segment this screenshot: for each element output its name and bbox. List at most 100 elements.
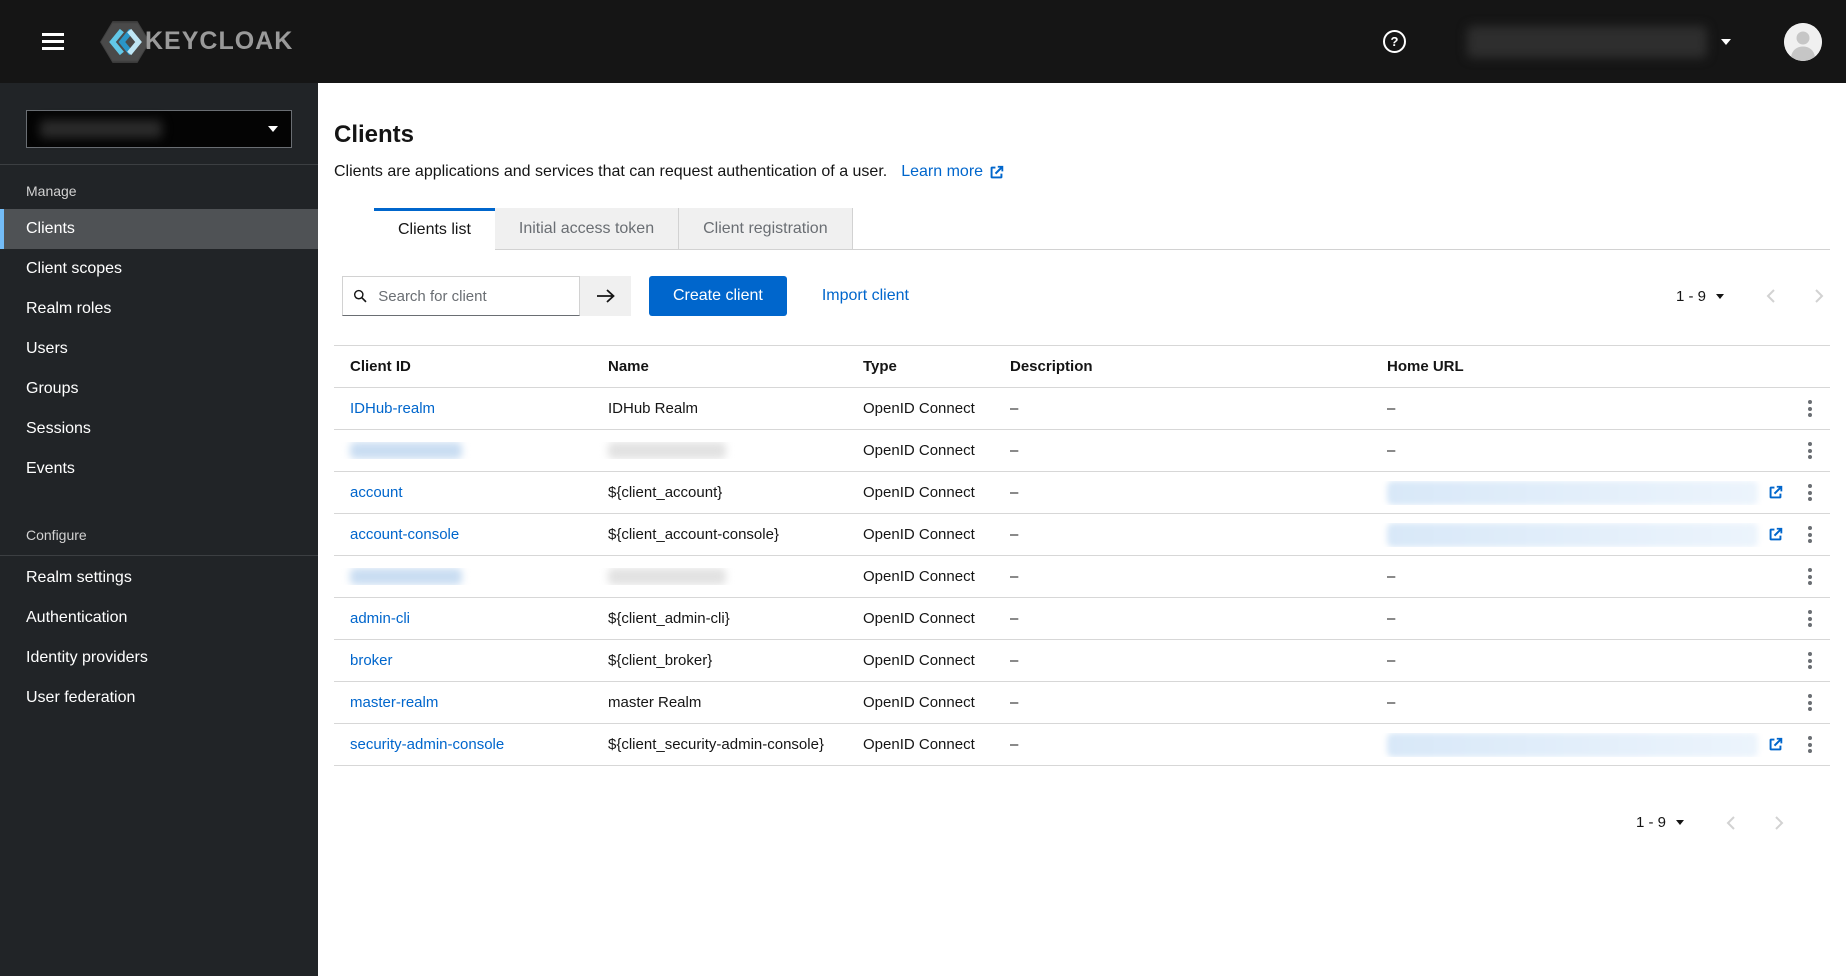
client-id-link[interactable]: master-realm — [350, 694, 438, 711]
name-text: ${client_account} — [608, 484, 723, 501]
description-cell: – — [994, 484, 1371, 501]
nav-items: Realm settings Authentication Identity pro… — [0, 558, 318, 718]
description-text: – — [1010, 652, 1019, 669]
sidebar-item-users[interactable]: Users — [0, 329, 318, 369]
external-link-icon — [1769, 527, 1783, 541]
tab-client-registration[interactable]: Client registration — [679, 208, 853, 249]
table-header-row: Client ID Name Type Description Home URL — [334, 346, 1830, 388]
type-cell: OpenID Connect — [847, 568, 994, 585]
description-text: – — [1010, 484, 1019, 501]
client-id-link[interactable]: security-admin-console — [350, 736, 504, 753]
search-icon — [353, 289, 367, 303]
chevron-down-icon — [1716, 293, 1724, 299]
home-url-cell: – — [1371, 610, 1789, 627]
home-url-external-link[interactable] — [1768, 737, 1783, 752]
home-url-cell: – — [1371, 694, 1789, 711]
actions-cell — [1789, 520, 1830, 549]
redacted-client-id — [350, 568, 462, 586]
type-cell: OpenID Connect — [847, 610, 994, 627]
client-id-link[interactable]: broker — [350, 652, 393, 669]
learn-more-link[interactable]: Learn more — [901, 161, 1004, 182]
description-cell: – — [994, 442, 1371, 459]
table-row: OpenID Connect – – — [334, 430, 1830, 472]
home-url-external-link[interactable] — [1768, 485, 1783, 500]
client-id-link[interactable]: admin-cli — [350, 610, 410, 627]
sidebar-item-events[interactable]: Events — [0, 449, 318, 489]
kebab-menu-button[interactable] — [1802, 604, 1818, 633]
sidebar-item-client-scopes[interactable]: Client scopes — [0, 249, 318, 289]
name-cell: ${client_account} — [592, 484, 847, 501]
section-divider — [0, 555, 318, 556]
description-cell: – — [994, 736, 1371, 753]
type-cell: OpenID Connect — [847, 526, 994, 543]
search-input[interactable] — [376, 286, 569, 306]
name-cell: ${client_broker} — [592, 652, 847, 669]
pagination-bottom-range-toggle[interactable]: 1 - 9 — [1628, 808, 1692, 837]
type-text: OpenID Connect — [863, 652, 975, 669]
table-row: OpenID Connect – – — [334, 556, 1830, 598]
type-text: OpenID Connect — [863, 610, 975, 627]
import-client-link[interactable]: Import client — [822, 287, 909, 305]
description-text: – — [1010, 442, 1019, 459]
chevron-left-icon — [1766, 289, 1775, 303]
sidebar-item-clients[interactable]: Clients — [0, 209, 318, 249]
name-text: ${client_broker} — [608, 652, 713, 669]
kebab-menu-button[interactable] — [1802, 520, 1818, 549]
nav-toggle-button[interactable] — [38, 29, 68, 54]
pagination-prev-button[interactable] — [1760, 285, 1781, 307]
tabs: Clients list Initial access token Client r… — [374, 208, 1830, 250]
masthead: KEYCLOAK ? — [0, 0, 1846, 83]
user-menu[interactable] — [1467, 25, 1731, 58]
sidebar: Manage Clients Client scopes Realm roles Use… — [0, 83, 318, 976]
actions-cell — [1789, 730, 1830, 759]
tab-clients-list[interactable]: Clients list — [374, 208, 495, 250]
client-id-link[interactable]: account — [350, 484, 403, 501]
avatar[interactable] — [1784, 22, 1822, 61]
sidebar-item-groups[interactable]: Groups — [0, 369, 318, 409]
create-client-button[interactable]: Create client — [649, 276, 787, 316]
client-id-link[interactable]: account-console — [350, 526, 459, 543]
table-row: admin-cli ${client_admin-cli} OpenID Conne… — [334, 598, 1830, 640]
help-icon[interactable]: ? — [1383, 30, 1406, 53]
kebab-menu-button[interactable] — [1802, 562, 1818, 591]
sidebar-item-user-federation[interactable]: User federation — [0, 678, 318, 718]
sidebar-item-sessions[interactable]: Sessions — [0, 409, 318, 449]
table-row: security-admin-console ${client_security-… — [334, 724, 1830, 766]
home-url-text: – — [1387, 442, 1396, 459]
description-cell: – — [994, 568, 1371, 585]
kebab-menu-button[interactable] — [1802, 646, 1818, 675]
search-submit-button[interactable] — [580, 276, 631, 316]
redacted-home-url — [1387, 732, 1758, 757]
pagination-next-button[interactable] — [1809, 285, 1830, 307]
pagination-bottom-next-button[interactable] — [1769, 812, 1790, 834]
kebab-menu-button[interactable] — [1802, 730, 1818, 759]
page-title: Clients — [334, 121, 415, 148]
chevron-down-icon — [1721, 38, 1731, 45]
table-row: account ${client_account} OpenID Connect – — [334, 472, 1830, 514]
sidebar-item-realm-settings[interactable]: Realm settings — [0, 558, 318, 598]
name-text: ${client_admin-cli} — [608, 610, 730, 627]
pagination-bottom-range-label: 1 - 9 — [1635, 814, 1666, 831]
kebab-menu-button[interactable] — [1802, 688, 1818, 717]
client-id-link[interactable]: IDHub-realm — [350, 400, 435, 417]
actions-cell — [1789, 688, 1830, 717]
sidebar-item-identity-providers[interactable]: Identity providers — [0, 638, 318, 678]
redacted-home-url — [1387, 522, 1758, 547]
pagination-range-toggle[interactable]: 1 - 9 — [1668, 282, 1732, 311]
keycloak-logo: KEYCLOAK — [100, 20, 293, 64]
sidebar-item-realm-roles[interactable]: Realm roles — [0, 289, 318, 329]
redacted-name — [608, 568, 726, 586]
client-id-cell: master-realm — [334, 694, 592, 711]
realm-selector[interactable] — [26, 110, 292, 148]
kebab-menu-button[interactable] — [1802, 436, 1818, 465]
pagination-bottom-prev-button[interactable] — [1720, 812, 1741, 834]
client-id-cell — [334, 568, 592, 586]
external-link-icon — [1769, 485, 1783, 499]
kebab-menu-button[interactable] — [1802, 394, 1818, 423]
sidebar-item-authentication[interactable]: Authentication — [0, 598, 318, 638]
home-url-external-link[interactable] — [1768, 527, 1783, 542]
description-text: – — [1010, 568, 1019, 585]
nav-section-configure: Configure Realm settings Authentication Ide… — [0, 527, 318, 718]
tab-initial-access-token[interactable]: Initial access token — [494, 208, 680, 249]
kebab-menu-button[interactable] — [1802, 478, 1818, 507]
